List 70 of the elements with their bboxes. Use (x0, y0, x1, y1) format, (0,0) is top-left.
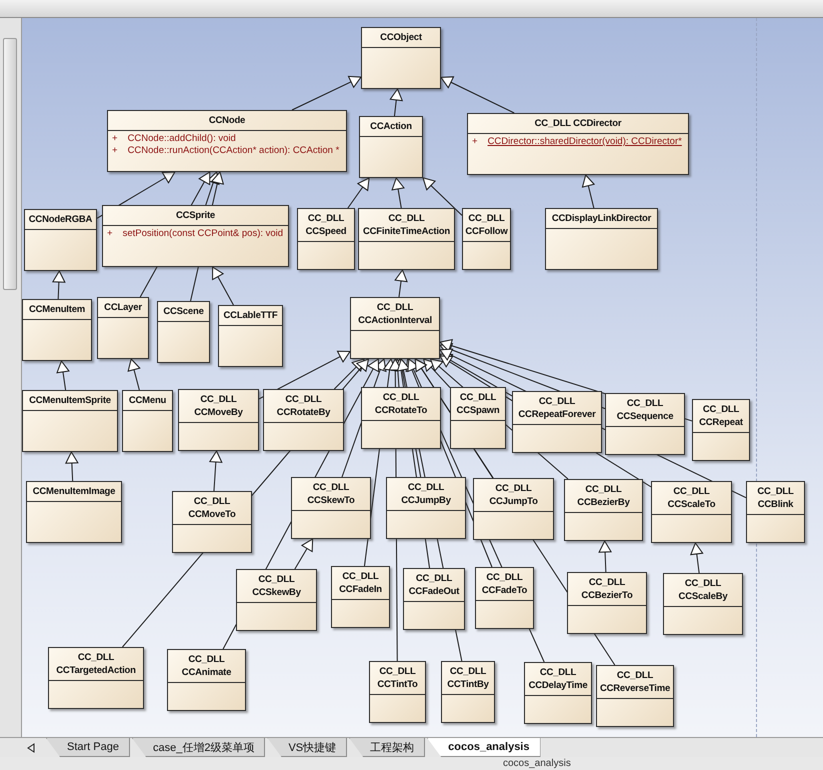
inheritance-arrow (52, 270, 66, 300)
class-name: CC_DLL CCRotateBy (276, 394, 330, 418)
class-name: CC_DLL CCRepeatForever (518, 396, 596, 420)
inheritance-arrow (292, 76, 362, 110)
document-tab[interactable]: VS快捷键 (267, 738, 348, 757)
class-name: CC_DLL CCFadeTo (482, 572, 528, 596)
visibility-marker: + (112, 133, 118, 145)
class-name: CCMenuItemImage (32, 486, 116, 497)
class-name: CC_DLL CCTintTo (377, 666, 418, 690)
class-name: CC_DLL CCTintBy (447, 666, 489, 690)
class-name: CC_DLL CCMoveTo (188, 496, 236, 520)
class-name: CC_DLL CCFiniteTimeAction (362, 213, 450, 237)
class-name: CC_DLL CCSkewBy (252, 574, 301, 598)
inheritance-arrow (65, 450, 79, 482)
class-name: CC_DLL CCScaleTo (668, 486, 716, 510)
class-name: CCLableTTF (224, 310, 278, 321)
inheritance-arrow (389, 88, 404, 116)
document-tab[interactable]: 工程架构 (349, 738, 426, 757)
class-name: CCMenu (128, 395, 166, 406)
class-name: CC_DLL CCTargetedAction (56, 652, 136, 676)
inheritance-arrow (422, 177, 462, 216)
class-name: CC_DLL CCBezierBy (577, 484, 630, 508)
class-name: CC_DLL CCDelayTime (528, 667, 588, 691)
class-name: CC_DLL CCFollow (465, 213, 508, 237)
class-name: CC_DLL CCRepeat (699, 404, 743, 428)
class-name: CCMenuItemSprite (29, 395, 111, 406)
class-name: CC_DLL CCAnimate (182, 654, 232, 678)
inheritance-arrow (56, 360, 70, 390)
document-tab[interactable]: cocos_analysis (427, 738, 540, 757)
class-name: CCLayer (104, 302, 142, 313)
class-name: CC_DLL CCSkewTo (307, 482, 355, 506)
inheritance-arrow (391, 176, 405, 208)
status-text: cocos_analysis (503, 758, 571, 769)
class-name: CC_DLL CCSpeed (306, 213, 346, 237)
class-name: CC_DLL CCActionInterval (358, 302, 432, 326)
visibility-marker: + (107, 228, 113, 240)
method-signature: setPosition(const CCPoint& pos): void (122, 228, 284, 240)
class-name: CC_DLL CCBezierTo (581, 577, 633, 601)
class-name: CC_DLL CCRotateTo (374, 392, 428, 416)
class-name: CC_DLL CCScaleBy (678, 578, 728, 602)
class-name: CCNode (208, 115, 246, 126)
inheritance-arrow (347, 177, 370, 208)
class-name: CC_DLL CCMoveBy (194, 394, 243, 418)
method-signature: CCNode::runAction(CCAction* action): CCAction * (128, 145, 340, 157)
class-name: CC_DLL CCFadeIn (339, 571, 382, 595)
class-name: CCNodeRGBA (28, 214, 92, 225)
class-name: CCSprite (176, 210, 216, 221)
class-name: CC_DLL CCSequence (616, 398, 674, 422)
class-name: CC_DLL CCSpawn (456, 392, 500, 416)
document-tab[interactable]: Start Page (46, 738, 130, 757)
class-name: CC_DLL CCBlink (757, 486, 794, 510)
class-name: CC_DLL CCDirector (534, 118, 622, 129)
class-name: CCScene (163, 306, 204, 317)
method-signature: CCNode::addChild(): void (128, 133, 236, 145)
class-name: CCDisplayLinkDirector (552, 213, 652, 224)
class-name: CC_DLL CCFadeOut (408, 573, 460, 597)
class-name: CCAction (370, 121, 412, 132)
class-name: CCMenuItem (28, 304, 86, 315)
visibility-marker: + (472, 136, 478, 148)
inheritance-arrow (690, 542, 704, 574)
inheritance-arrow (582, 174, 596, 208)
document-tab[interactable]: case_任增2级菜单项 (132, 738, 266, 757)
class-name: CC_DLL CCJumpTo (489, 483, 538, 507)
class-name: CCObject (380, 32, 422, 43)
visibility-marker: + (112, 145, 118, 157)
side-scrollbar[interactable] (3, 38, 17, 290)
class-name: CC_DLL CCJumpBy (401, 482, 451, 506)
method-signature: CCDirector::sharedDirector(void): CCDirector* (488, 136, 682, 148)
class-name: CC_DLL CCReverseTime (600, 670, 670, 694)
inheritance-arrow (394, 268, 408, 298)
